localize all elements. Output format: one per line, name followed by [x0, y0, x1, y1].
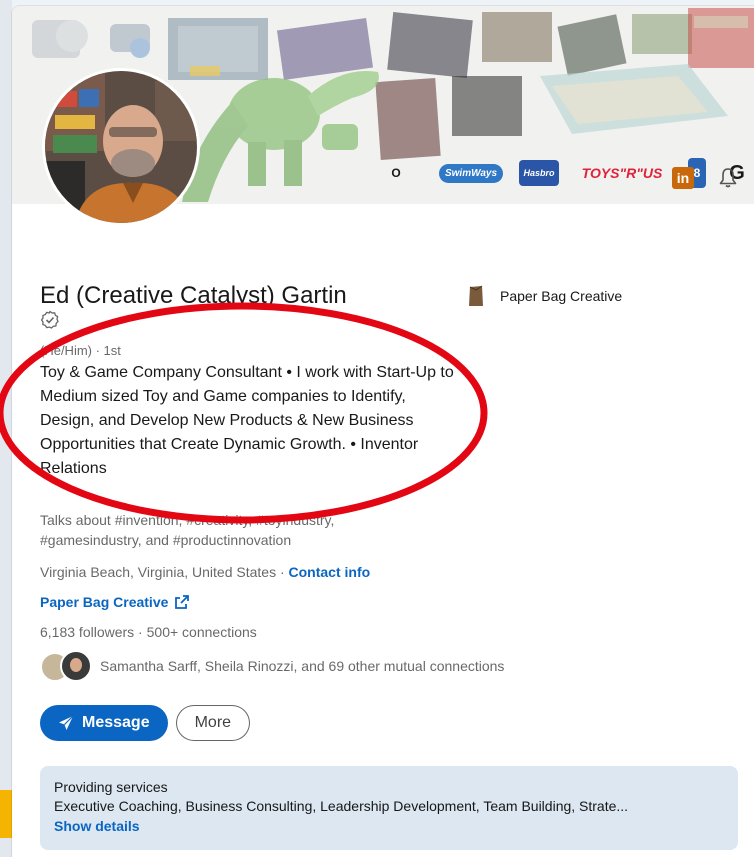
send-icon — [59, 715, 74, 730]
services-list: Executive Coaching, Business Consulting,… — [54, 798, 629, 814]
message-button[interactable]: Message — [40, 705, 168, 741]
website-link[interactable]: Paper Bag Creative — [40, 594, 190, 610]
services-title: Providing services — [54, 779, 168, 795]
providing-services-box: Providing services Executive Coaching, B… — [40, 766, 738, 850]
location-text: Virginia Beach, Virginia, United States … — [40, 564, 285, 580]
paper-bag-logo-icon — [469, 285, 483, 306]
stats-separator: · — [134, 624, 147, 640]
profile-avatar[interactable] — [42, 68, 200, 226]
mutual-connections-text: Samantha Sarff, Sheila Rinozzi, and 69 o… — [100, 658, 505, 674]
show-details-link[interactable]: Show details — [54, 816, 724, 836]
brand-logo-o: O — [391, 166, 401, 180]
avatar-photo — [45, 71, 197, 223]
brand-logo-swimways: SwimWays — [435, 153, 507, 193]
linkedin-icon[interactable]: in — [672, 167, 694, 189]
follower-stats: 6,183 followers · 500+ connections — [40, 624, 257, 640]
contact-info-link[interactable]: Contact info — [289, 564, 371, 580]
brand-logo-hasbro: Hasbro — [519, 153, 559, 193]
current-company-name: Paper Bag Creative — [500, 288, 623, 304]
profile-headline: Toy & Game Company Consultant • I work w… — [40, 364, 454, 477]
page-background-strip — [0, 0, 12, 857]
more-button[interactable]: More — [175, 705, 251, 741]
profile-name: Ed (Creative Catalyst) Gartin — [40, 282, 347, 309]
website-label: Paper Bag Creative — [40, 594, 169, 610]
verified-badge-icon[interactable] — [40, 310, 60, 330]
followers-count[interactable]: 6,183 followers — [40, 624, 134, 640]
connections-count[interactable]: 500+ connections — [147, 624, 257, 640]
profile-actions: Message More — [40, 705, 251, 741]
mutual-avatar — [60, 650, 92, 682]
header-actions: in — [672, 166, 740, 190]
profile-card: O SwimWays Hasbro TOYS"R"US 8 G in Ed (C… — [12, 6, 754, 857]
pronouns-degree: (He/Him) · 1st — [40, 343, 121, 358]
current-company[interactable]: Paper Bag Creative — [468, 284, 622, 308]
bell-icon[interactable] — [716, 166, 740, 190]
mutual-connections[interactable]: Samantha Sarff, Sheila Rinozzi, and 69 o… — [40, 650, 504, 682]
message-button-label: Message — [82, 714, 150, 731]
brand-logo-toysrus: TOYS"R"US — [581, 165, 663, 181]
profile-location: Virginia Beach, Virginia, United States … — [40, 564, 370, 580]
left-accent-bar — [0, 790, 12, 838]
external-link-icon — [175, 595, 190, 609]
talks-about: Talks about #invention, #creativity, #to… — [40, 512, 335, 548]
mutual-avatars — [40, 650, 92, 682]
